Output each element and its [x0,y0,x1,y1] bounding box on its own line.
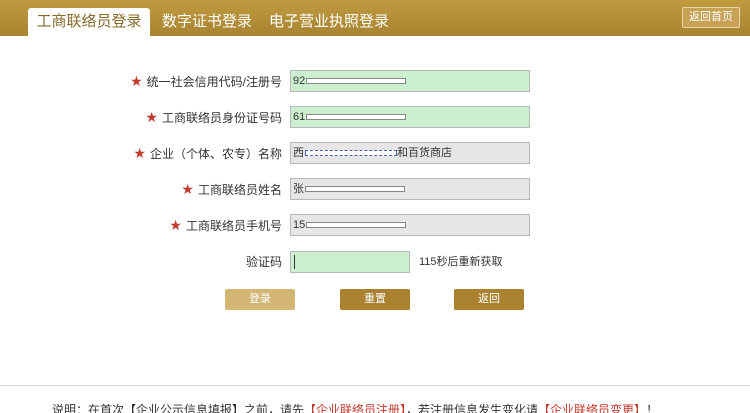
redaction-mask [305,186,405,193]
id-number-input[interactable]: 61 [290,106,530,128]
required-star-icon: ★ [145,109,158,125]
text-cursor [294,255,295,269]
liaison-name-label: ★ 工商联络员姓名 [181,181,282,197]
captcha-label: 验证码 [245,255,282,269]
required-star-icon: ★ [133,145,146,161]
required-star-icon: ★ [181,181,194,197]
tab-e-license-login[interactable]: 电子营业执照登录 [259,8,399,36]
form-row-company-name: ★ 企业（个体、农专）名称 西和百货商店 [0,142,750,164]
form-row-id-number: ★ 工商联络员身份证号码 61 [0,106,750,128]
liaison-name-field: 张 [290,178,530,200]
change-link[interactable]: 【企业联络员变更】 [538,403,646,413]
tab-digital-certificate-login[interactable]: 数字证书登录 [152,8,262,36]
form-row-credit-code: ★ 统一社会信用代码/注册号 92 [0,70,750,92]
header-bar: 工商联络员登录 数字证书登录 电子营业执照登录 返回首页 [0,0,750,36]
tab-liaison-login[interactable]: 工商联络员登录 [28,8,150,36]
login-button[interactable]: 登录 [225,289,295,310]
credit-code-input[interactable]: 92 [290,70,530,92]
back-button[interactable]: 返回 [454,289,524,310]
company-name-field: 西和百货商店 [290,142,530,164]
phone-field: 15 [290,214,530,236]
form-row-captcha: 验证码 115秒后重新获取 [0,251,750,273]
required-star-icon: ★ [130,73,143,89]
redaction-mask [306,78,407,85]
phone-label: ★ 工商联络员手机号 [169,217,282,233]
form-row-phone: ★ 工商联络员手机号 15 [0,214,750,236]
redaction-mask [305,150,397,157]
register-link[interactable]: 【企业联络员注册】 [304,403,406,413]
captcha-input[interactable] [290,251,410,273]
credit-code-label: ★ 统一社会信用代码/注册号 [130,73,282,89]
required-star-icon: ★ [169,217,182,233]
company-name-label: ★ 企业（个体、农专）名称 [133,145,282,161]
resend-countdown: 115秒后重新获取 [419,256,503,268]
id-number-label: ★ 工商联络员身份证号码 [145,109,282,125]
redaction-mask [306,114,407,121]
return-home-button[interactable]: 返回首页 [682,7,740,28]
footer-note: 说明：在首次【企业公示信息填报】之前，请先【企业联络员注册】，若注册信息发生变化… [52,401,658,413]
footer-divider [0,385,750,386]
reset-button[interactable]: 重置 [340,289,410,310]
form-row-liaison-name: ★ 工商联络员姓名 张 [0,178,750,200]
redaction-mask [306,222,407,229]
